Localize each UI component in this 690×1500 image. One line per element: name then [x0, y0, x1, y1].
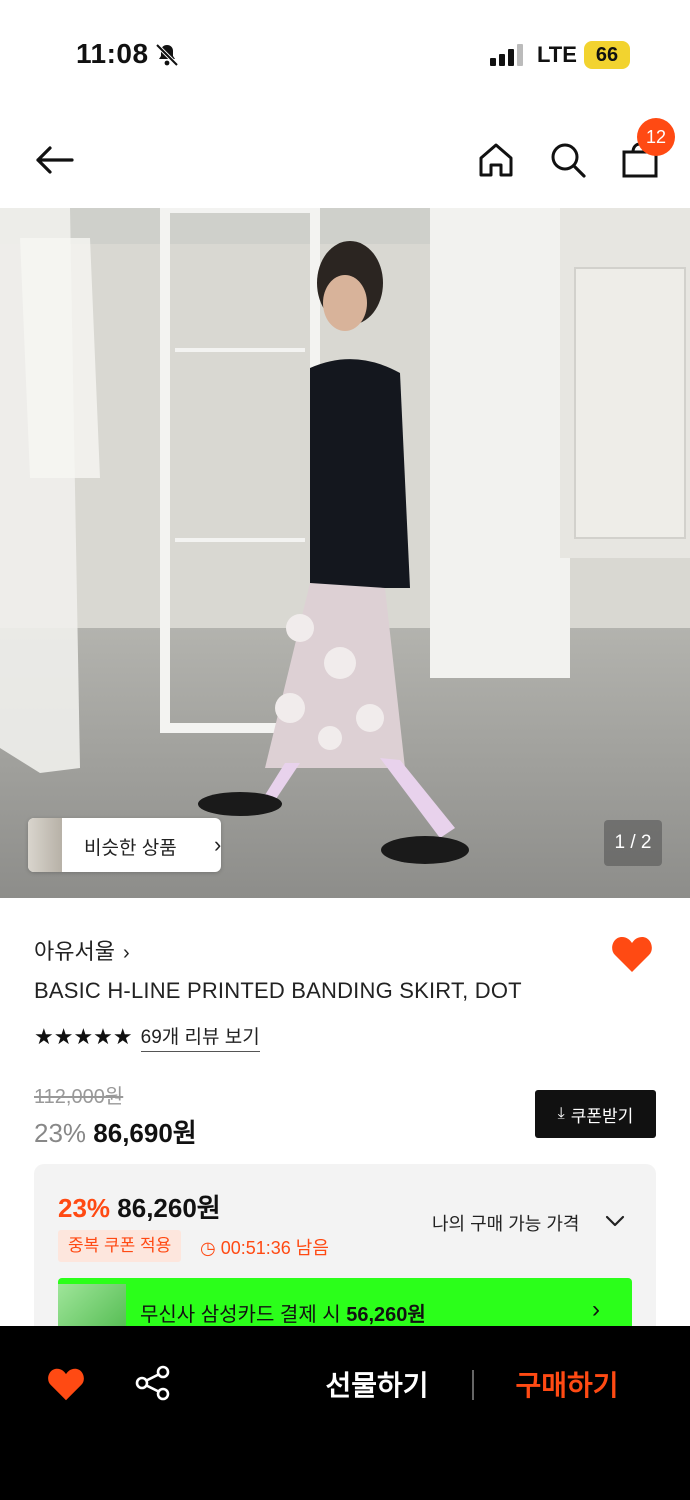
card-text-prefix: 무신사 삼성카드 결제 시 — [140, 1304, 341, 1326]
heart-icon[interactable] — [610, 934, 654, 974]
product-image[interactable] — [0, 208, 690, 898]
clock-icon: ◷ — [200, 1238, 216, 1258]
similar-products-button[interactable]: 비슷한 상품 › — [28, 818, 221, 872]
best-price: 23% 86,260원 — [58, 1188, 221, 1225]
chevron-right-icon: › — [122, 942, 130, 964]
status-bar: 11:08 LTE 66 — [0, 0, 690, 110]
best-price-value: 86,260원 — [117, 1193, 221, 1223]
similar-products-label: 비슷한 상품 — [84, 838, 177, 859]
coupon-timer: ◷ 00:51:36 남음 — [200, 1234, 329, 1260]
star-rating-icon: ★★★★★ — [34, 1024, 133, 1049]
gift-button[interactable]: 선물하기 — [310, 1364, 444, 1408]
discount-percent: 23% — [34, 1118, 87, 1148]
signal-icon — [490, 44, 523, 66]
my-price-toggle[interactable]: 나의 구매 가능 가격 — [432, 1210, 579, 1236]
heart-icon[interactable] — [46, 1366, 86, 1402]
card-discount-text: 무신사 삼성카드 결제 시 56,260원 — [140, 1298, 426, 1327]
top-nav: 12 — [0, 110, 690, 208]
share-icon[interactable] — [134, 1364, 172, 1402]
sale-price: 86,690원 — [93, 1118, 197, 1148]
reviews-link[interactable]: 69개 리뷰 보기 — [140, 1022, 260, 1052]
price-row: 23% 86,690원 — [34, 1113, 197, 1150]
back-arrow-icon[interactable] — [32, 138, 76, 182]
home-icon[interactable] — [474, 138, 518, 182]
chevron-down-icon[interactable] — [604, 1210, 626, 1232]
divider — [472, 1370, 474, 1400]
original-price: 112,000원 — [34, 1086, 124, 1108]
coupon-button-label: 쿠폰받기 — [570, 1106, 634, 1126]
network-label: LTE — [537, 42, 577, 67]
similar-thumbnail — [28, 818, 62, 872]
status-time: 11:08 — [76, 38, 149, 69]
coupon-applied-tag: 중복 쿠폰 적용 — [58, 1230, 182, 1262]
get-coupon-button[interactable]: ⤓ 쿠폰받기 — [535, 1090, 656, 1138]
best-discount: 23% — [58, 1193, 111, 1223]
buy-button[interactable]: 구매하기 — [500, 1364, 634, 1408]
rating-row: ★★★★★ 69개 리뷰 보기 — [34, 1022, 260, 1052]
search-icon[interactable] — [546, 138, 590, 182]
cart-count-badge: 12 — [637, 118, 675, 156]
timer-text: 00:51:36 남음 — [220, 1238, 329, 1258]
product-name: BASIC H-LINE PRINTED BANDING SKIRT, DOT — [34, 978, 522, 1003]
bell-muted-icon — [155, 43, 179, 67]
chevron-right-icon: › — [214, 832, 222, 857]
product-photo — [0, 208, 690, 898]
download-icon: ⤓ — [557, 1105, 565, 1122]
image-page-indicator: 1 / 2 — [604, 820, 662, 866]
battery-icon: 66 — [584, 41, 630, 69]
brand-name: 아유서울 — [34, 939, 115, 964]
chevron-right-icon: › — [592, 1296, 600, 1323]
card-price: 56,260원 — [346, 1304, 426, 1326]
brand-link[interactable]: 아유서울 › — [34, 934, 130, 966]
bottom-action-bar: 선물하기 구매하기 — [0, 1326, 690, 1500]
